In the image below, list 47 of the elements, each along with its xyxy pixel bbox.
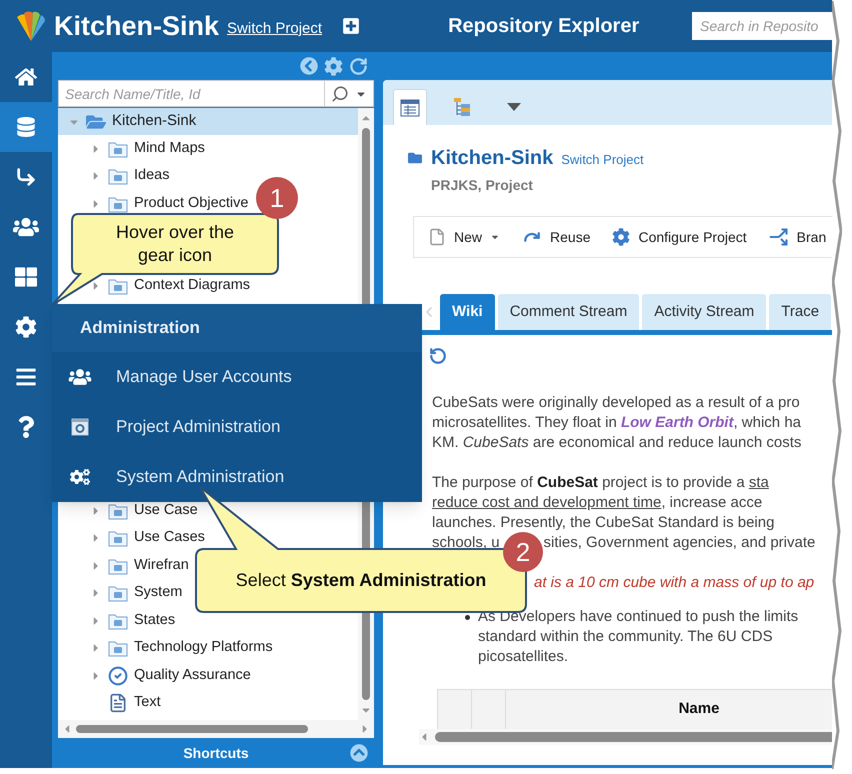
menu-item[interactable]: System Administration	[52, 452, 422, 502]
toolbar-button[interactable]: Bran	[768, 226, 826, 248]
paragraph-line: microsatellites. They float in Low Earth Orbit, which ha	[432, 413, 802, 433]
switch-project-link[interactable]: Switch Project	[227, 18, 322, 40]
toolbar-button[interactable]: New	[428, 226, 500, 248]
project-title: Kitchen-Sink	[54, 10, 220, 43]
switch-project-link[interactable]: Switch Project	[561, 150, 644, 170]
paragraph-line: launches. Presently, the CubeSat Standard is being	[432, 513, 776, 533]
tree-item[interactable]: Ideas	[108, 165, 170, 188]
tree-item[interactable]: Quality Assurance	[108, 664, 251, 687]
toolbar-button[interactable]: Reuse	[522, 226, 590, 248]
menu-item[interactable]: Project Administration	[52, 402, 422, 452]
orbit-link[interactable]: Low Earth Orbit	[620, 414, 734, 431]
tree-item[interactable]: Product Objective	[108, 192, 248, 215]
paragraph-line: KM. CubeSats are economical and reduce launch costs	[432, 433, 802, 453]
tree-item[interactable]: System	[108, 582, 182, 604]
tree-item[interactable]: Use Case	[108, 500, 198, 522]
search-field[interactable]: Search in Reposito	[692, 12, 832, 40]
shortcuts-label[interactable]: Shortcuts	[183, 742, 249, 764]
menu-item[interactable]: Manage User Accounts	[52, 352, 422, 402]
tab[interactable]: Trace	[769, 294, 832, 330]
tab[interactable]: Wiki	[440, 294, 495, 330]
search-field[interactable]: Search Name/Title, Id	[58, 80, 325, 107]
paragraph-fragment: sities, Government agencies, and private	[544, 533, 816, 553]
tree-item[interactable]: Wirefran	[108, 554, 189, 577]
callout-text: Hover over the gear icon	[114, 221, 236, 267]
toolbar-button[interactable]: Configure Project	[612, 226, 747, 248]
tree-item[interactable]: States	[108, 610, 176, 632]
tree-item[interactable]: Text	[108, 692, 161, 714]
project-subtitle: PRJKS, Project	[430, 176, 534, 195]
table-header-cell-text: Name	[678, 699, 720, 720]
page-title: Repository Explorer	[448, 14, 640, 39]
paragraph-line: reduce cost and development time, increase acce	[432, 493, 764, 513]
project-heading: Kitchen-Sink	[431, 146, 554, 171]
tree-item[interactable]: Kitchen-Sink	[58, 108, 358, 135]
paragraph-line: The purpose of CubeSat project is to provide a sta	[432, 473, 770, 493]
paragraph-fragment: schools, u	[432, 533, 500, 553]
highlight-text: at is a 10 cm cube with a mass of up to ap	[534, 573, 816, 593]
tree-item[interactable]: Use Cases	[108, 527, 205, 550]
callout-text: Select System Administration	[236, 569, 486, 592]
tab[interactable]: Comment Stream	[498, 294, 640, 330]
tree-item[interactable]: Technology Platforms	[108, 637, 273, 660]
tab[interactable]: Activity Stream	[642, 294, 766, 330]
menu-title: Administration	[80, 317, 200, 340]
tree-item[interactable]: Context Diagrams	[108, 275, 250, 298]
tree-item[interactable]: Mind Maps	[108, 138, 205, 160]
paragraph-line: CubeSats were originally developed as a result of a pro	[432, 393, 801, 413]
